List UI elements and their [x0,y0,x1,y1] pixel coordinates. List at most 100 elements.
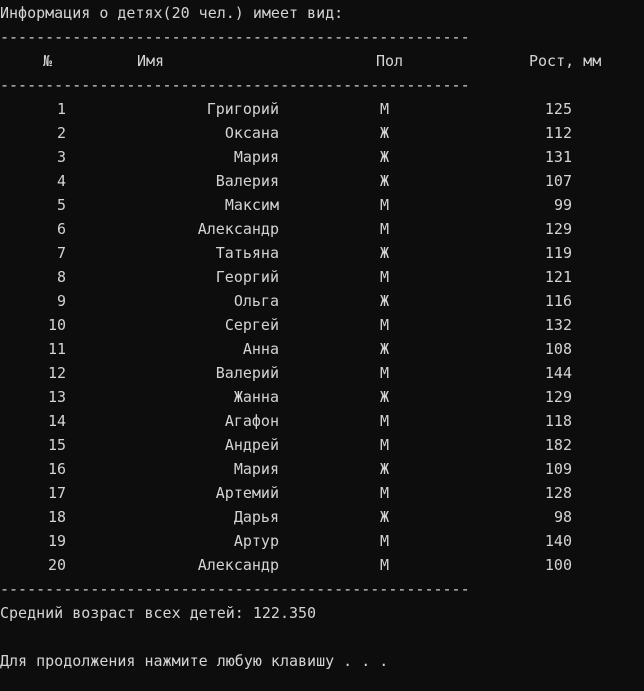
cell-number: 5 [56,196,66,214]
cell-height: 118 [544,412,572,430]
cell-sex: Ж [379,124,389,142]
cell-sex: М [379,100,389,118]
cell-name: Анна [242,340,279,358]
table-row: 9 Ольга Ж 116 [0,289,644,313]
cell-height: 119 [544,244,572,262]
cell-sex: Ж [379,508,389,526]
cell-sex: Ж [379,244,389,262]
separator-bottom: ----------------------------------------… [0,580,470,598]
cell-name: Сергей [224,316,279,334]
table-row: 5 Максим М 99 [0,193,644,217]
cell-height: 182 [544,436,572,454]
cell-number: 10 [47,316,66,334]
cell-number: 16 [47,460,66,478]
cell-number: 20 [47,556,66,574]
cell-number: 8 [56,268,66,286]
cell-number: 7 [56,244,66,262]
cell-name: Александр [197,556,279,574]
cell-name: Артур [233,532,279,550]
cell-name: Агафон [224,412,279,430]
console-output: Информация о детях(20 чел.) имеет вид: -… [0,0,644,673]
table-row: 12 Валерий М 144 [0,361,644,385]
table-row: 18 Дарья Ж 98 [0,505,644,529]
cell-name: Григорий [206,100,279,118]
table-header-row: № Имя Пол Рост, мм [0,49,644,73]
cell-height: 99 [553,196,572,214]
cell-sex: М [379,436,389,454]
press-any-key-prompt: Для продолжения нажмите любую клавишу . … [0,652,389,670]
table-row: 17 Артемий М 128 [0,481,644,505]
cell-height: 109 [544,460,572,478]
cell-sex: Ж [379,172,389,190]
cell-sex: М [379,484,389,502]
cell-height: 112 [544,124,572,142]
cell-sex: М [379,556,389,574]
cell-number: 11 [47,340,66,358]
cell-height: 100 [544,556,572,574]
cell-height: 129 [544,220,572,238]
cell-sex: М [379,268,389,286]
table-row: 16 Мария Ж 109 [0,457,644,481]
table-row: 19 Артур М 140 [0,529,644,553]
cell-height: 144 [544,364,572,382]
cell-name: Мария [233,460,279,478]
table-row: 13 Жанна Ж 129 [0,385,644,409]
cell-sex: М [379,196,389,214]
cell-number: 1 [56,100,66,118]
cell-number: 4 [56,172,66,190]
cell-name: Максим [224,196,279,214]
cell-name: Георгий [215,268,279,286]
column-header-sex: Пол [376,52,404,70]
cell-name: Валерия [215,172,279,190]
cell-number: 19 [47,532,66,550]
cell-sex: Ж [379,460,389,478]
report-title: Информация о детях(20 чел.) имеет вид: [0,4,344,22]
cell-height: 108 [544,340,572,358]
cell-sex: М [379,364,389,382]
cell-height: 125 [544,100,572,118]
table-body: 1 Григорий М 125 2 Оксана Ж 112 3 Мария Ж 131 4 Валер… [0,97,644,577]
cell-number: 12 [47,364,66,382]
table-row: 6 Александр М 129 [0,217,644,241]
cell-name: Мария [233,148,279,166]
cell-height: 140 [544,532,572,550]
cell-sex: М [379,316,389,334]
cell-name: Андрей [224,436,279,454]
cell-name: Артемий [215,484,279,502]
column-header-name: Имя [137,52,165,70]
cell-name: Ольга [233,292,279,310]
cell-name: Дарья [233,508,279,526]
cell-sex: Ж [379,292,389,310]
cell-name: Александр [197,220,279,238]
separator-top: ----------------------------------------… [0,28,470,46]
table-row: 1 Григорий М 125 [0,97,644,121]
cell-name: Татьяна [215,244,279,262]
cell-number: 9 [56,292,66,310]
cell-sex: М [379,220,389,238]
cell-number: 18 [47,508,66,526]
cell-height: 128 [544,484,572,502]
table-row: 8 Георгий М 121 [0,265,644,289]
cell-name: Валерий [215,364,279,382]
cell-number: 2 [56,124,66,142]
separator-header: ----------------------------------------… [0,76,470,94]
cell-number: 3 [56,148,66,166]
table-row: 2 Оксана Ж 112 [0,121,644,145]
table-row: 10 Сергей М 132 [0,313,644,337]
cell-height: 98 [553,508,572,526]
cell-height: 107 [544,172,572,190]
cell-sex: М [379,532,389,550]
table-row: 15 Андрей М 182 [0,433,644,457]
cell-number: 17 [47,484,66,502]
cell-sex: Ж [379,148,389,166]
table-row: 20 Александр М 100 [0,553,644,577]
cell-sex: Ж [379,340,389,358]
column-header-height: Рост, мм [529,52,602,70]
cell-sex: М [379,412,389,430]
cell-sex: Ж [379,388,389,406]
cell-number: 15 [47,436,66,454]
table-row: 4 Валерия Ж 107 [0,169,644,193]
cell-height: 116 [544,292,572,310]
table-row: 3 Мария Ж 131 [0,145,644,169]
